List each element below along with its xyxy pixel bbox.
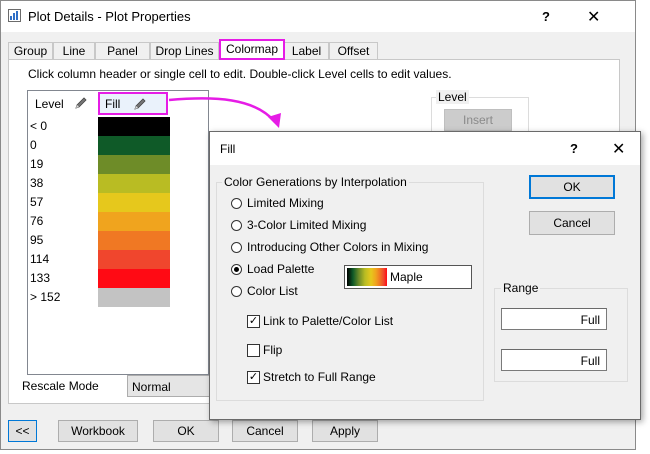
checkbox-label[interactable]: Flip [263,343,282,357]
palette-name: Maple [390,270,423,284]
checkbox-label[interactable]: Link to Palette/Color List [263,314,393,328]
fill-cancel-button[interactable]: Cancel [529,211,615,235]
palette-selector[interactable]: Maple [344,265,472,289]
radio-option[interactable] [231,286,242,297]
radio-option-label[interactable]: Introducing Other Colors in Mixing [247,240,428,254]
palette-gradient-swatch [347,268,387,286]
range-title: Range [501,281,541,295]
radio-option-label[interactable]: Color List [247,284,298,298]
range-to-field[interactable]: Full [501,349,607,371]
color-generation-title: Color Generations by Interpolation [222,175,409,189]
fill-close-icon[interactable]: ✕ [612,139,625,159]
radio-option[interactable] [231,264,242,275]
checkbox-label[interactable]: Stretch to Full Range [263,370,376,384]
range-from-field[interactable]: Full [501,308,607,330]
fill-dialog-title: Fill [220,142,236,156]
checkbox[interactable] [247,344,260,357]
radio-option[interactable] [231,220,242,231]
radio-option-label[interactable]: 3-Color Limited Mixing [247,218,366,232]
radio-option[interactable] [231,198,242,209]
fill-ok-button[interactable]: OK [529,175,615,199]
fill-dialog: Fill ? ✕ Color Generations by Interpolat… [209,131,641,420]
checkbox[interactable]: ✓ [247,371,260,384]
radio-option-label[interactable]: Limited Mixing [247,196,324,210]
checkbox[interactable]: ✓ [247,315,260,328]
radio-option[interactable] [231,242,242,253]
radio-option-label[interactable]: Load Palette [247,262,314,276]
fill-help-button[interactable]: ? [570,141,578,156]
